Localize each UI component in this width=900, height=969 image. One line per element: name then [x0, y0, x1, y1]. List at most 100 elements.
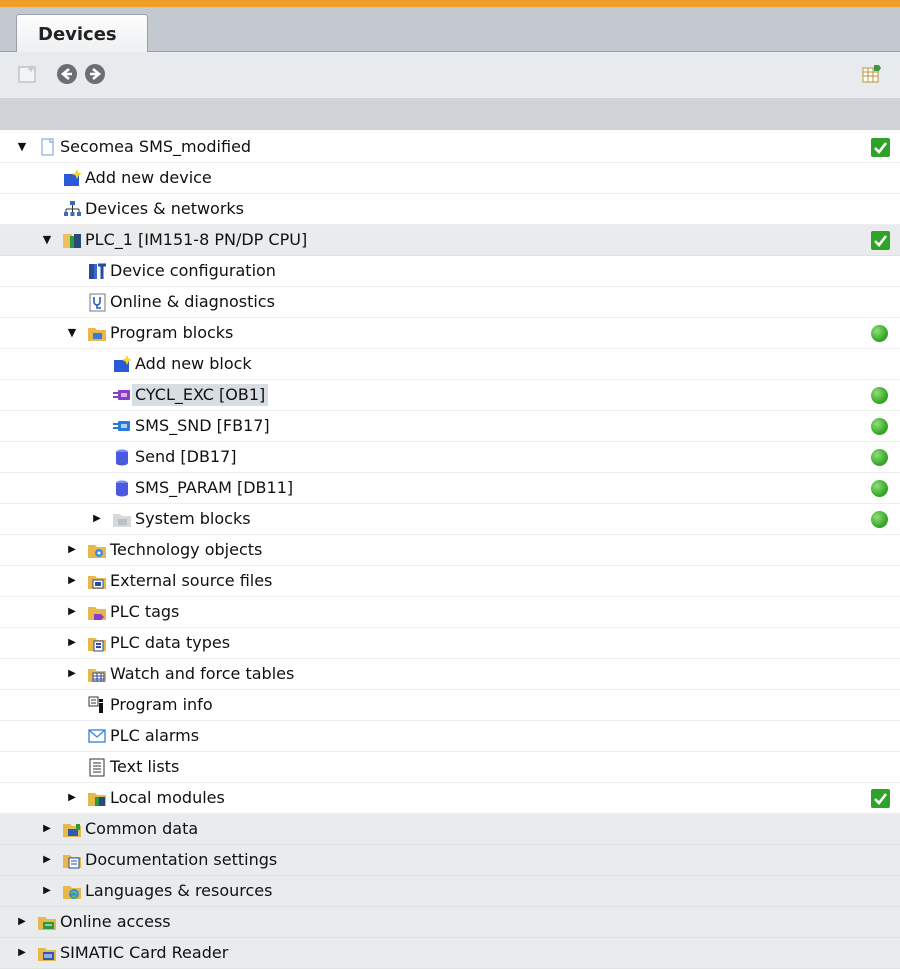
project-tree: ▼ Secomea SMS_modified Add new device Devic… [0, 132, 900, 969]
plc-icon [62, 230, 82, 250]
tree-item-label: Secomea SMS_modified [60, 137, 252, 156]
toolbar [0, 52, 900, 98]
folder-card-icon [37, 943, 57, 963]
status-ok-dot-icon [871, 325, 888, 342]
status-ok-dot-icon [871, 511, 888, 528]
status-ok-check-icon [871, 138, 890, 157]
tree-item-label: PLC alarms [110, 726, 200, 745]
tab-strip: Devices [0, 7, 900, 52]
tree-row[interactable]: Add new block [0, 349, 900, 380]
status-ok-dot-icon [871, 449, 888, 466]
folder-watch-icon [87, 664, 107, 684]
tree-item-label: Text lists [110, 757, 180, 776]
folder-tags-icon [87, 602, 107, 622]
tree-row[interactable]: Text lists [0, 752, 900, 783]
tree-row[interactable]: PLC alarms [0, 721, 900, 752]
tree-item-label: SMS_PARAM [DB11] [135, 478, 294, 497]
tree-item-label: Online access [60, 912, 171, 931]
tree-item-label: Add new device [85, 168, 212, 187]
network-icon [62, 199, 82, 219]
tree-item-label: PLC tags [110, 602, 180, 621]
tree-row[interactable]: Send [DB17] [0, 442, 900, 473]
tree-row[interactable]: CYCL_EXC [OB1] [0, 380, 900, 411]
tree-row[interactable]: Online & diagnostics [0, 287, 900, 318]
expand-arrow-icon[interactable]: ▶ [65, 574, 79, 588]
tree-row[interactable]: ▶ Languages & resources [0, 876, 900, 907]
add-block-icon [112, 354, 132, 374]
folder-source-icon [87, 571, 107, 591]
project-icon [37, 137, 57, 157]
tree-row[interactable]: ▶ System blocks [0, 504, 900, 535]
tree-row[interactable]: ▶ PLC tags [0, 597, 900, 628]
new-folder-icon[interactable] [16, 62, 40, 86]
collapse-arrow-icon[interactable]: ▼ [65, 326, 79, 340]
folder-tech-icon [87, 540, 107, 560]
diagnostics-icon [87, 292, 107, 312]
ob-block-icon [112, 385, 132, 405]
forward-icon[interactable] [83, 62, 107, 86]
tree-item-label: Devices & networks [85, 199, 245, 218]
tree-row[interactable]: ▶ Common data [0, 814, 900, 845]
expand-arrow-icon[interactable]: ▶ [65, 543, 79, 557]
db-block-icon [112, 478, 132, 498]
tree-item-label: Documentation settings [85, 850, 278, 869]
tree-row[interactable]: Devices & networks [0, 194, 900, 225]
tree-row[interactable]: ▶ Online access [0, 907, 900, 938]
folder-languages-icon [62, 881, 82, 901]
status-ok-check-icon [871, 231, 890, 250]
expand-arrow-icon[interactable]: ▶ [65, 636, 79, 650]
tree-row[interactable]: Program info [0, 690, 900, 721]
folder-blocks-icon [87, 323, 107, 343]
expand-arrow-icon[interactable]: ▶ [65, 605, 79, 619]
fb-block-icon [112, 416, 132, 436]
tree-item-label: Add new block [135, 354, 252, 373]
device-config-icon [87, 261, 107, 281]
tree-row[interactable]: ▼ PLC_1 [IM151-8 PN/DP CPU] [0, 225, 900, 256]
filter-strip [0, 98, 900, 130]
text-list-icon [87, 757, 107, 777]
add-device-icon [62, 168, 82, 188]
back-icon[interactable] [55, 62, 79, 86]
tree-row[interactable]: ▶ PLC data types [0, 628, 900, 659]
tree-row[interactable]: ▶ SIMATIC Card Reader [0, 938, 900, 969]
tree-row[interactable]: ▶ Local modules [0, 783, 900, 814]
tree-item-label: Local modules [110, 788, 225, 807]
tree-item-label: Program blocks [110, 323, 234, 342]
expand-arrow-icon[interactable]: ▶ [65, 791, 79, 805]
tree-item-label: SMS_SND [FB17] [135, 416, 270, 435]
tree-item-label: Program info [110, 695, 213, 714]
tree-row[interactable]: ▶ Documentation settings [0, 845, 900, 876]
expand-arrow-icon[interactable]: ▶ [90, 512, 104, 526]
tab-devices[interactable]: Devices [16, 14, 148, 52]
tree-row[interactable]: ▶ Watch and force tables [0, 659, 900, 690]
tree-row[interactable]: SMS_SND [FB17] [0, 411, 900, 442]
tree-item-label: SIMATIC Card Reader [60, 943, 229, 962]
table-view-icon[interactable] [860, 62, 884, 86]
tree-row[interactable]: SMS_PARAM [DB11] [0, 473, 900, 504]
expand-arrow-icon[interactable]: ▶ [15, 915, 29, 929]
expand-arrow-icon[interactable]: ▶ [15, 946, 29, 960]
expand-arrow-icon[interactable]: ▶ [65, 667, 79, 681]
tree-row[interactable]: Add new device [0, 163, 900, 194]
tree-row[interactable]: ▶ External source files [0, 566, 900, 597]
tree-item-label: Watch and force tables [110, 664, 295, 683]
db-block-icon [112, 447, 132, 467]
tree-item-label: Send [DB17] [135, 447, 237, 466]
expand-arrow-icon[interactable]: ▶ [40, 853, 54, 867]
tree-item-label: Online & diagnostics [110, 292, 275, 311]
tree-row[interactable]: ▼ Program blocks [0, 318, 900, 349]
tree-row[interactable]: ▶ Technology objects [0, 535, 900, 566]
folder-common-icon [62, 819, 82, 839]
folder-online-icon [37, 912, 57, 932]
expand-arrow-icon[interactable]: ▶ [40, 884, 54, 898]
folder-types-icon [87, 633, 107, 653]
tree-row[interactable]: Device configuration [0, 256, 900, 287]
tree-item-label: PLC_1 [IM151-8 PN/DP CPU] [85, 230, 308, 249]
tree-row[interactable]: ▼ Secomea SMS_modified [0, 132, 900, 163]
accent-bar [0, 0, 900, 7]
collapse-arrow-icon[interactable]: ▼ [15, 140, 29, 154]
collapse-arrow-icon[interactable]: ▼ [40, 233, 54, 247]
folder-docs-icon [62, 850, 82, 870]
tree-item-label: Languages & resources [85, 881, 273, 900]
expand-arrow-icon[interactable]: ▶ [40, 822, 54, 836]
